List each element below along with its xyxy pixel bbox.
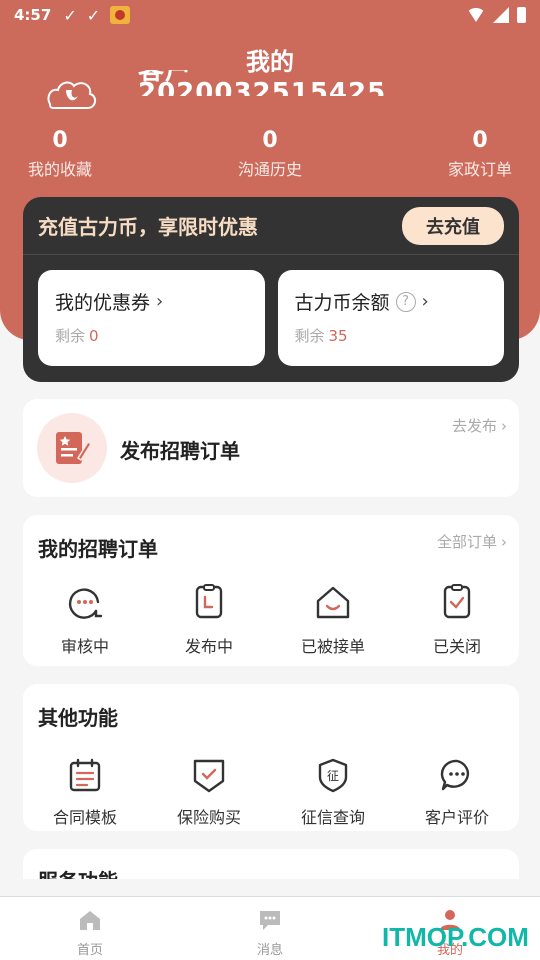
status-time: 4:57 [14, 6, 52, 24]
chevron-right-icon: › [501, 532, 507, 551]
publishing-icon [147, 583, 271, 621]
tab-home[interactable]: 首页 [0, 897, 180, 960]
help-icon[interactable]: ? [395, 291, 416, 312]
stat-favorites[interactable]: 0 我的收藏 [0, 128, 150, 180]
all-orders-label: 全部订单 [436, 533, 497, 551]
stat-label: 沟通历史 [237, 160, 302, 179]
orders-title: 我的招聘订单 [38, 537, 158, 561]
order-status-label: 已关闭 [432, 637, 481, 656]
wifi-icon [467, 8, 485, 22]
order-status-publishing[interactable]: 发布中 [147, 583, 271, 657]
stat-value: 0 [472, 128, 488, 153]
signal-icon [493, 7, 509, 23]
stat-value: 0 [262, 128, 278, 153]
svg-text:征: 征 [327, 769, 339, 783]
app-notification-icon [110, 6, 131, 24]
other-functions-card: 其他功能 合同模板 保险购买 征 征信查询 客户评价 [23, 684, 519, 831]
my-orders-card: 我的招聘订单 全部订单 › 审核中 发布中 已被接单 已关闭 [23, 515, 519, 666]
function-label: 客户评价 [424, 808, 489, 827]
order-status-label: 已被接单 [300, 637, 365, 656]
stat-label: 我的收藏 [27, 160, 92, 179]
chevron-right-icon: › [421, 291, 429, 312]
order-status-label: 发布中 [184, 637, 233, 656]
download-done-icon-2: ✓ [86, 5, 101, 25]
order-status-closed[interactable]: 已关闭 [395, 583, 519, 657]
watermark: ITMOP.COM [382, 922, 529, 952]
balance-card[interactable]: 古力币余额 ? › 剩余 35 [277, 270, 504, 366]
function-label: 保险购买 [176, 808, 241, 827]
order-status-accepted[interactable]: 已被接单 [271, 583, 395, 657]
function-credit-check[interactable]: 征 征信查询 [271, 756, 395, 828]
balance-remain-value: 35 [328, 327, 348, 345]
coupon-card[interactable]: 我的优惠券 › 剩余 0 [38, 270, 265, 366]
order-status-label: 审核中 [60, 637, 109, 656]
stat-chat-history[interactable]: 0 沟通历史 [180, 128, 360, 180]
review-icon [395, 756, 519, 794]
tab-messages[interactable]: 消息 [180, 897, 360, 960]
order-status-reviewing[interactable]: 审核中 [23, 583, 147, 657]
chevron-right-icon: › [156, 291, 164, 312]
service-functions-card: 服务功能 [23, 849, 519, 879]
coupon-remain-value: 0 [89, 327, 99, 345]
function-label: 征信查询 [300, 808, 365, 827]
avatar[interactable] [44, 74, 100, 110]
closed-icon [395, 583, 519, 621]
balance-title: 古力币余额 [294, 292, 390, 314]
home-icon [0, 909, 180, 935]
recharge-button[interactable]: 去充值 [402, 206, 504, 245]
coupon-title: 我的优惠券 [55, 292, 151, 314]
function-label: 合同模板 [52, 808, 117, 827]
coin-card-header: 充值古力币，享限时优惠 去充值 [23, 197, 519, 255]
function-contract-template[interactable]: 合同模板 [23, 756, 147, 828]
publish-order-card[interactable]: 发布招聘订单 去发布 › [23, 399, 519, 497]
coin-card: 充值古力币，享限时优惠 去充值 我的优惠券 › 剩余 0 古力币余额 ? › 剩余… [23, 197, 519, 382]
message-icon [180, 909, 360, 935]
stats-row: 0 我的收藏 0 沟通历史 0 家政订单 [0, 128, 540, 180]
services-title: 服务功能 [38, 865, 118, 879]
tab-label: 首页 [76, 943, 103, 958]
insurance-icon [147, 756, 271, 794]
stat-label: 家政订单 [447, 160, 512, 179]
download-done-icon: ✓ [63, 5, 77, 25]
publish-link-label: 去发布 [451, 417, 497, 435]
battery-icon [517, 7, 526, 23]
stat-housekeeping-orders[interactable]: 0 家政订单 [390, 128, 540, 180]
chevron-right-icon: › [501, 416, 507, 435]
user-name: 客户2020032515425 [138, 70, 387, 96]
coin-promo-title: 充值古力币，享限时优惠 [38, 215, 258, 239]
publish-document-icon [37, 413, 107, 483]
tab-label: 消息 [256, 943, 283, 958]
function-insurance[interactable]: 保险购买 [147, 756, 271, 828]
credit-icon: 征 [271, 756, 395, 794]
accepted-icon [271, 583, 395, 621]
reviewing-icon [23, 583, 147, 621]
functions-title: 其他功能 [38, 706, 118, 730]
balance-remain-label: 剩余 [294, 327, 325, 345]
publish-title: 发布招聘订单 [120, 439, 240, 463]
all-orders-link[interactable]: 全部订单 › [437, 531, 507, 552]
coupon-remain-label: 剩余 [55, 327, 86, 345]
status-bar: 4:57 ✓ ✓ [0, 0, 540, 30]
function-customer-review[interactable]: 客户评价 [395, 756, 519, 828]
publish-link[interactable]: 去发布 › [452, 415, 507, 436]
contract-icon [23, 756, 147, 794]
stat-value: 0 [52, 128, 68, 153]
